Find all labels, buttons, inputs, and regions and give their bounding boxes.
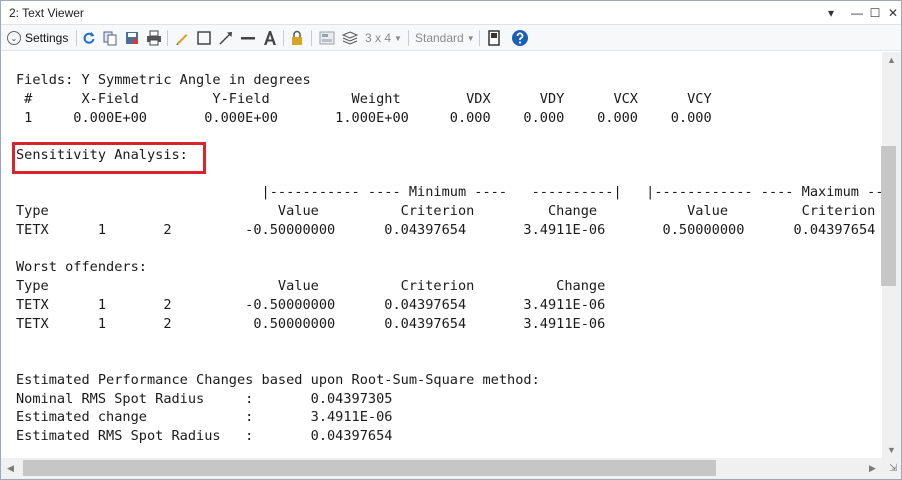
settings-button[interactable]: ⌄ Settings [7, 28, 75, 48]
chevron-down-icon: ⌄ [7, 31, 21, 45]
text-viewer-window: 2: Text Viewer ▾ — ☐ ✕ ⌄ Settings 3 x 4 … [0, 0, 902, 480]
maximize-button[interactable]: ☐ [865, 4, 885, 22]
text-button[interactable] [261, 28, 279, 48]
print-button[interactable] [146, 28, 162, 48]
refresh-icon [83, 32, 95, 44]
toolbar-divider [479, 30, 480, 46]
text-line: 1 0.000E+00 0.000E+00 1.000E+00 0.000 0.… [16, 110, 712, 126]
copy-icon [103, 31, 117, 46]
lock-button[interactable] [289, 28, 305, 48]
text-line: Fields: Y Symmetric Angle in degrees [16, 72, 311, 88]
window-mode-button[interactable] [486, 28, 502, 48]
text-line: |----------- ---- Minimum ---- ---------… [16, 184, 882, 200]
text-line: TETX 1 2 0.50000000 0.04397654 3.4911E-0… [16, 316, 606, 332]
title-bar: 2: Text Viewer ▾ — ☐ ✕ [1, 1, 901, 25]
rectangle-icon [197, 31, 211, 45]
rectangle-button[interactable] [196, 28, 212, 48]
toolbar-divider [311, 30, 312, 46]
toolbar-divider [76, 30, 77, 46]
chevron-down-icon: ▼ [394, 33, 402, 43]
layout-icon [319, 31, 335, 45]
text-content-area[interactable]: Fields: Y Symmetric Angle in degrees # X… [1, 52, 882, 458]
arrow-button[interactable] [217, 28, 235, 48]
resize-grip-icon[interactable]: ⇲ [889, 463, 897, 474]
highlight-box [12, 142, 206, 174]
toolbar-divider [283, 30, 284, 46]
layers-button[interactable] [341, 28, 359, 48]
text-line: TETX 1 2 -0.50000000 0.04397654 3.4911E-… [16, 297, 606, 313]
line-button[interactable] [239, 28, 257, 48]
scroll-down-icon[interactable]: ▼ [887, 445, 896, 455]
text-line: Nominal RMS Spot Radius : 0.04397305 [16, 391, 393, 407]
dropdown-icon[interactable]: ▾ [821, 4, 841, 22]
text-line: TETX 1 2 -0.50000000 0.04397654 3.4911E-… [16, 222, 876, 238]
window-title: 2: Text Viewer [9, 6, 84, 20]
horizontal-scroll-thumb[interactable] [23, 460, 716, 476]
refresh-button[interactable] [81, 28, 97, 48]
text-line: Estimated RMS Spot Radius : 0.04397654 [16, 428, 393, 444]
text-icon [264, 31, 276, 45]
copy-button[interactable] [102, 28, 118, 48]
toolbar-divider [408, 30, 409, 46]
lock-icon [292, 30, 302, 45]
grid-size-label: 3 x 4 [365, 31, 392, 45]
chevron-down-icon: ▼ [466, 33, 475, 43]
layers-icon [342, 31, 358, 45]
save-button[interactable] [124, 28, 140, 48]
toolbar-divider [167, 30, 168, 46]
settings-label: Settings [25, 31, 69, 45]
style-dropdown[interactable]: Standard ▼ [415, 28, 477, 48]
grid-size-dropdown[interactable]: 3 x 4 ▼ [365, 28, 405, 48]
layout-button[interactable] [318, 28, 336, 48]
text-line: Type Value Criterion Change [16, 278, 606, 294]
help-button[interactable] [511, 28, 529, 48]
text-line: Estimated change : 3.4911E-06 [16, 409, 393, 425]
line-icon [241, 37, 255, 40]
text-line: Estimated Performance Changes based upon… [16, 372, 540, 388]
scroll-left-icon[interactable]: ◀ [7, 463, 14, 474]
help-icon [512, 30, 528, 46]
text-line: Worst offenders: [16, 259, 147, 275]
toolbar: ⌄ Settings 3 x 4 ▼ Standard ▼ [1, 25, 901, 51]
pencil-button[interactable] [174, 28, 190, 48]
minimize-button[interactable]: — [847, 4, 867, 22]
arrow-icon [219, 32, 232, 45]
style-label: Standard [415, 31, 464, 45]
scroll-up-icon[interactable]: ▲ [887, 55, 896, 65]
vertical-scroll-thumb[interactable] [881, 146, 896, 286]
printer-icon [147, 30, 161, 46]
text-line: Type Value Criterion Change Value Criter… [16, 203, 876, 219]
scroll-right-icon[interactable]: ▶ [869, 463, 876, 474]
window-icon [488, 30, 500, 46]
text-line: # X-Field Y-Field Weight VDX VDY VCX VCY [16, 91, 712, 107]
pencil-icon [176, 34, 188, 45]
save-icon [126, 32, 138, 44]
close-button[interactable]: ✕ [883, 4, 902, 22]
